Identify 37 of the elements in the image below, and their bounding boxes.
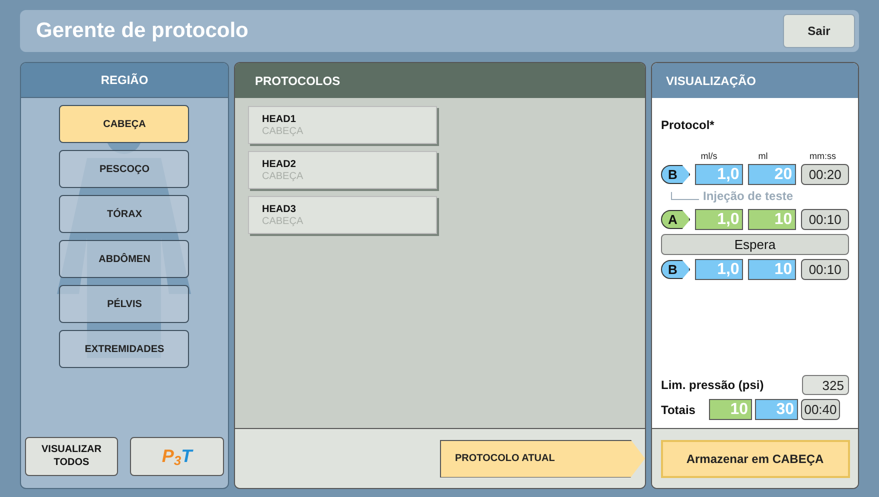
current-protocol-tag: PROTOCOLO ATUAL [440, 440, 645, 478]
region-button[interactable]: EXTREMIDADES [59, 330, 190, 368]
store-button[interactable]: Armazenar em CABEÇA [660, 440, 850, 478]
region-button[interactable]: CABEÇA [59, 105, 190, 143]
duration-field[interactable]: 00:10 [801, 209, 849, 230]
region-button[interactable]: TÓRAX [59, 195, 190, 233]
panel-header: REGIÃO [21, 63, 228, 98]
syringe-tag: B [661, 165, 690, 184]
totals-label: Totais [661, 402, 696, 418]
connector-line [671, 192, 699, 200]
protocol-name: HEAD2 [262, 159, 297, 171]
column-header: mm:ss [808, 150, 836, 162]
total-duration: 00:40 [801, 399, 840, 420]
column-header: ml [757, 150, 769, 162]
region-button[interactable]: PESCOÇO [59, 150, 190, 188]
pressure-limit-label: Lim. pressão (psi) [661, 377, 764, 394]
pressure-limit-field[interactable]: 325 [802, 375, 849, 395]
pause-step[interactable]: Espera [661, 234, 849, 255]
duration-field[interactable]: 00:10 [801, 259, 849, 280]
region-button[interactable]: PÉLVIS [59, 285, 190, 323]
total-volume-a: 10 [709, 399, 752, 420]
syringe-tag: B [661, 260, 690, 279]
region-button[interactable]: ABDÔMEN [59, 240, 190, 278]
protocol-name: Protocol* [661, 117, 716, 134]
view-all-button[interactable]: VISUALIZAR TODOS [25, 437, 118, 476]
exit-button[interactable]: Sair [783, 14, 855, 48]
test-injection-label: Injeção de teste [703, 188, 794, 205]
column-header: ml/s [700, 150, 718, 162]
duration-field[interactable]: 00:20 [801, 164, 849, 185]
protocol-name: HEAD3 [262, 204, 297, 216]
p3t-logo: P$_{3}$T [162, 445, 192, 470]
total-volume-b: 30 [755, 399, 798, 420]
syringe-tag: A [661, 210, 690, 229]
window-title: Gerente de protocolo [36, 18, 248, 44]
panel-header: VISUALIZAÇÃO [652, 63, 858, 98]
panel-header: PROTOCOLOS [234, 63, 645, 98]
protocol-name: HEAD1 [262, 114, 297, 126]
